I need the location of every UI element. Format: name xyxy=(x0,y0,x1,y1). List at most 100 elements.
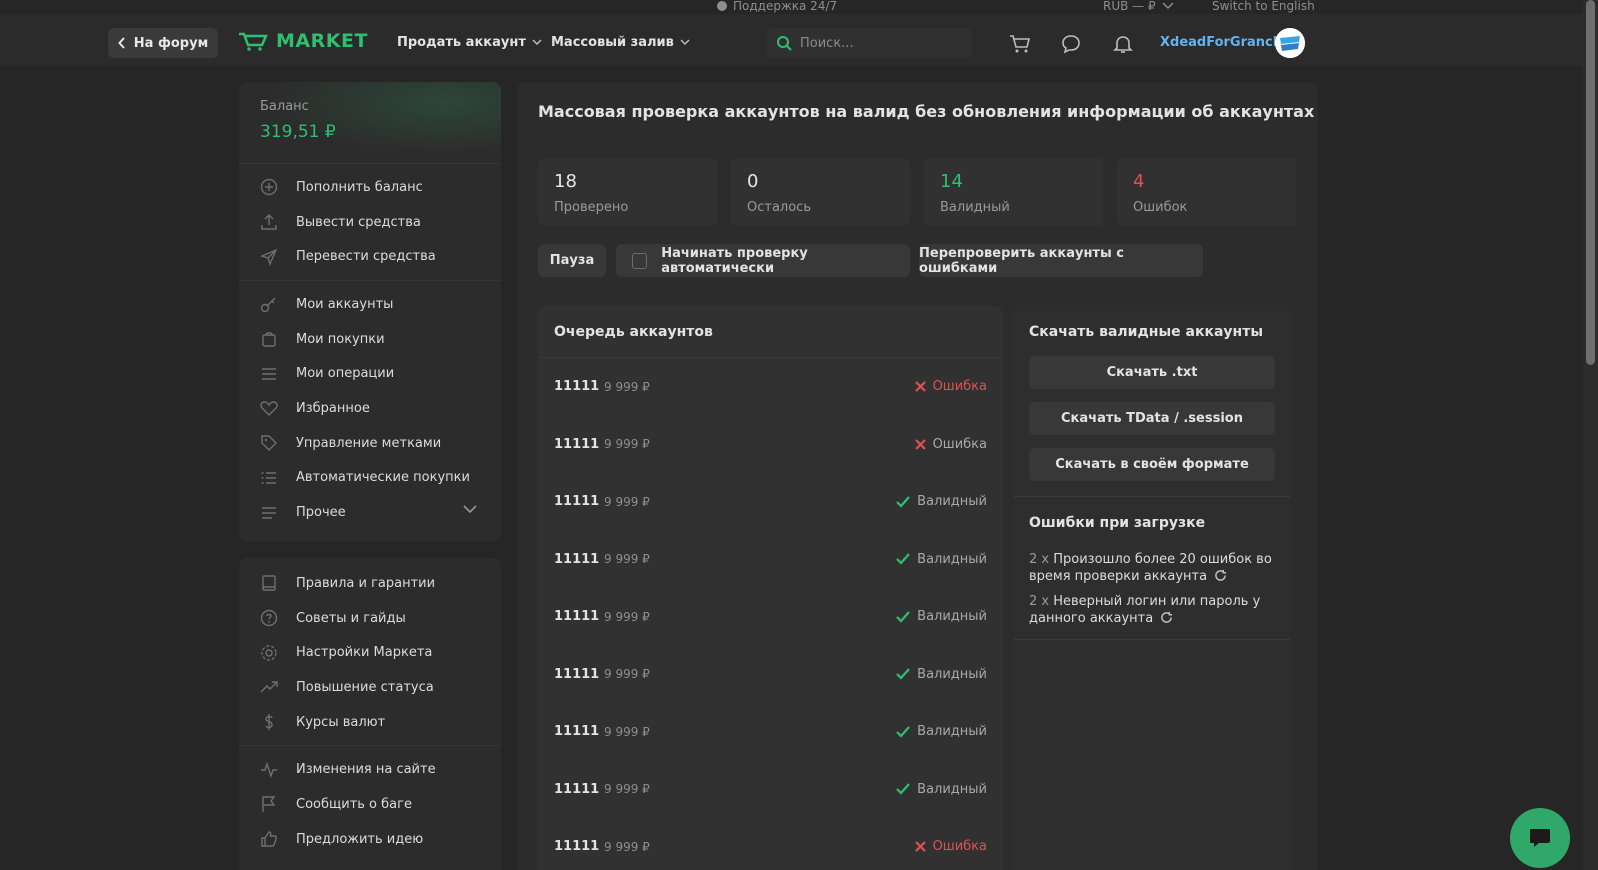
sidebar-info-menu: Правила и гарантии Советы и гайды Настро… xyxy=(239,558,501,870)
sidebar-item-topup[interactable]: Пополнить баланс xyxy=(239,170,501,205)
chevron-down-icon xyxy=(463,505,477,514)
account-price: 9 999 ₽ xyxy=(604,437,650,452)
header: На форум MARKET Продать аккаунт Массовый… xyxy=(0,14,1583,66)
check-icon xyxy=(896,783,910,795)
refresh-icon[interactable] xyxy=(1214,569,1227,582)
upload-errors-title: Ошибки при загрузке xyxy=(1029,515,1206,531)
account-status: Ошибка xyxy=(914,437,987,452)
account-id: 11111 xyxy=(554,379,600,395)
balance-block: Баланс 319,51 ₽ xyxy=(239,82,501,164)
sidebar-item-auto-purchases[interactable]: Автоматические покупки xyxy=(239,461,501,496)
username-link[interactable]: XdeadForGranch xyxy=(1160,35,1282,50)
sidebar-item-transfer[interactable]: Перевести средства xyxy=(239,239,501,274)
scrollbar-thumb[interactable] xyxy=(1586,0,1595,365)
status-label: Ошибка xyxy=(932,839,987,855)
sidebar-item-my-operations[interactable]: Мои операции xyxy=(239,356,501,391)
status-label: Валидный xyxy=(917,724,987,740)
account-id: 11111 xyxy=(554,551,600,567)
shopping-bag-icon xyxy=(260,330,278,348)
top-strip: Поддержка 24/7 RUB — ₽ Switch to English xyxy=(0,0,1598,14)
download-custom-button[interactable]: Скачать в своём формате xyxy=(1029,448,1275,481)
stat-label: Проверено xyxy=(554,200,629,215)
nav-mass-label: Массовый залив xyxy=(551,35,674,50)
sidebar-item-label: Избранное xyxy=(296,400,370,416)
sidebar-item-label: Мои покупки xyxy=(296,331,385,347)
queue-row: 11111 9 999 ₽ Валидный xyxy=(538,761,1003,819)
sidebar-item-label: Пополнить баланс xyxy=(296,179,423,195)
account-price: 9 999 ₽ xyxy=(604,839,650,854)
messages-icon[interactable] xyxy=(1060,33,1082,55)
chevron-down-icon xyxy=(532,39,542,46)
download-tdata-button[interactable]: Скачать TData / .session xyxy=(1029,402,1275,435)
queue-row: 11111 9 999 ₽ Ошибка xyxy=(538,818,1003,870)
recheck-errors-button[interactable]: Перепроверить аккаунты с ошибками xyxy=(919,244,1203,277)
account-id: 11111 xyxy=(554,494,600,510)
pause-button[interactable]: Пауза xyxy=(538,244,606,277)
sidebar-item-report-bug[interactable]: Сообщить о баге xyxy=(239,787,501,822)
avatar[interactable] xyxy=(1275,28,1305,58)
account-price: 9 999 ₽ xyxy=(604,609,650,624)
status-label: Валидный xyxy=(917,781,987,797)
queue-title: Очередь аккаунтов xyxy=(538,306,1003,358)
page-scrollbar[interactable] xyxy=(1583,0,1598,870)
bullet-list-icon xyxy=(260,469,278,487)
chevron-left-icon xyxy=(117,37,125,49)
error-count: 2 x xyxy=(1029,594,1050,609)
sidebar-item-label: Автоматические покупки xyxy=(296,470,470,486)
stat-label: Осталось xyxy=(747,200,811,215)
gear-icon xyxy=(260,644,278,662)
flag-icon xyxy=(260,795,278,813)
currency-selector[interactable]: RUB — ₽ xyxy=(1103,0,1174,13)
account-status: Валидный xyxy=(896,609,987,624)
support-link[interactable]: Поддержка 24/7 xyxy=(716,0,837,13)
sidebar-item-my-accounts[interactable]: Мои аккаунты xyxy=(239,287,501,322)
logo-text: MARKET xyxy=(276,30,368,52)
stat-remaining: 0 Осталось xyxy=(731,158,910,226)
support-chat-button[interactable] xyxy=(1510,808,1570,868)
account-price: 9 999 ₽ xyxy=(604,724,650,739)
sidebar-item-label: Мои операции xyxy=(296,366,395,382)
sidebar-item-guides[interactable]: Советы и гайды xyxy=(239,601,501,636)
auto-check-checkbox[interactable] xyxy=(632,252,648,269)
auto-check-toggle[interactable]: Начинать проверку автоматически xyxy=(616,244,910,277)
search-input[interactable]: Поиск... xyxy=(766,28,972,58)
sidebar-item-favorites[interactable]: Избранное xyxy=(239,391,501,426)
refresh-icon[interactable] xyxy=(1160,611,1173,624)
account-id: 11111 xyxy=(554,724,600,740)
cart-icon[interactable] xyxy=(1009,33,1031,55)
account-id: 11111 xyxy=(554,666,600,682)
account-price: 9 999 ₽ xyxy=(604,782,650,797)
sidebar-item-tags[interactable]: Управление метками xyxy=(239,426,501,461)
sidebar-item-withdraw[interactable]: Вывести средства xyxy=(239,205,501,240)
sidebar-item-changelog[interactable]: Изменения на сайте xyxy=(239,752,501,787)
sidebar-item-market-settings[interactable]: Настройки Маркета xyxy=(239,635,501,670)
send-icon xyxy=(260,248,278,266)
key-icon xyxy=(260,295,278,313)
sidebar-group-info: Правила и гарантии Советы и гайды Настро… xyxy=(239,558,501,747)
download-txt-button[interactable]: Скачать .txt xyxy=(1029,356,1275,389)
search-icon xyxy=(777,36,792,51)
market-logo[interactable]: MARKET xyxy=(238,30,368,52)
account-status: Ошибка xyxy=(914,839,987,855)
back-to-forum-button[interactable]: На форум xyxy=(108,28,218,58)
sidebar-item-status-upgrade[interactable]: Повышение статуса xyxy=(239,670,501,705)
sidebar-item-label: Настройки Маркета xyxy=(296,645,433,661)
nav-sell-account[interactable]: Продать аккаунт xyxy=(397,35,542,50)
sidebar-item-label: Правила и гарантии xyxy=(296,575,436,591)
close-icon xyxy=(914,381,926,393)
stat-label: Ошибок xyxy=(1133,200,1188,215)
notifications-bell-icon[interactable] xyxy=(1112,33,1134,55)
sidebar-item-rules[interactable]: Правила и гарантии xyxy=(239,566,501,601)
sidebar-item-other[interactable]: Прочее xyxy=(239,495,501,530)
nav-mass-upload[interactable]: Массовый залив xyxy=(551,35,690,50)
sidebar-item-suggest-idea[interactable]: Предложить идею xyxy=(239,822,501,857)
stat-value: 18 xyxy=(554,171,577,192)
sidebar-item-exchange-rates[interactable]: Курсы валют xyxy=(239,705,501,740)
account-price: 9 999 ₽ xyxy=(604,494,650,509)
sidebar-group-feedback: Изменения на сайте Сообщить о баге Предл… xyxy=(239,746,501,862)
language-switch[interactable]: Switch to English xyxy=(1212,0,1315,13)
plus-circle-icon xyxy=(260,178,278,196)
sidebar-item-my-purchases[interactable]: Мои покупки xyxy=(239,322,501,357)
divider xyxy=(1013,496,1291,497)
download-title: Скачать валидные аккаунты xyxy=(1029,324,1263,340)
